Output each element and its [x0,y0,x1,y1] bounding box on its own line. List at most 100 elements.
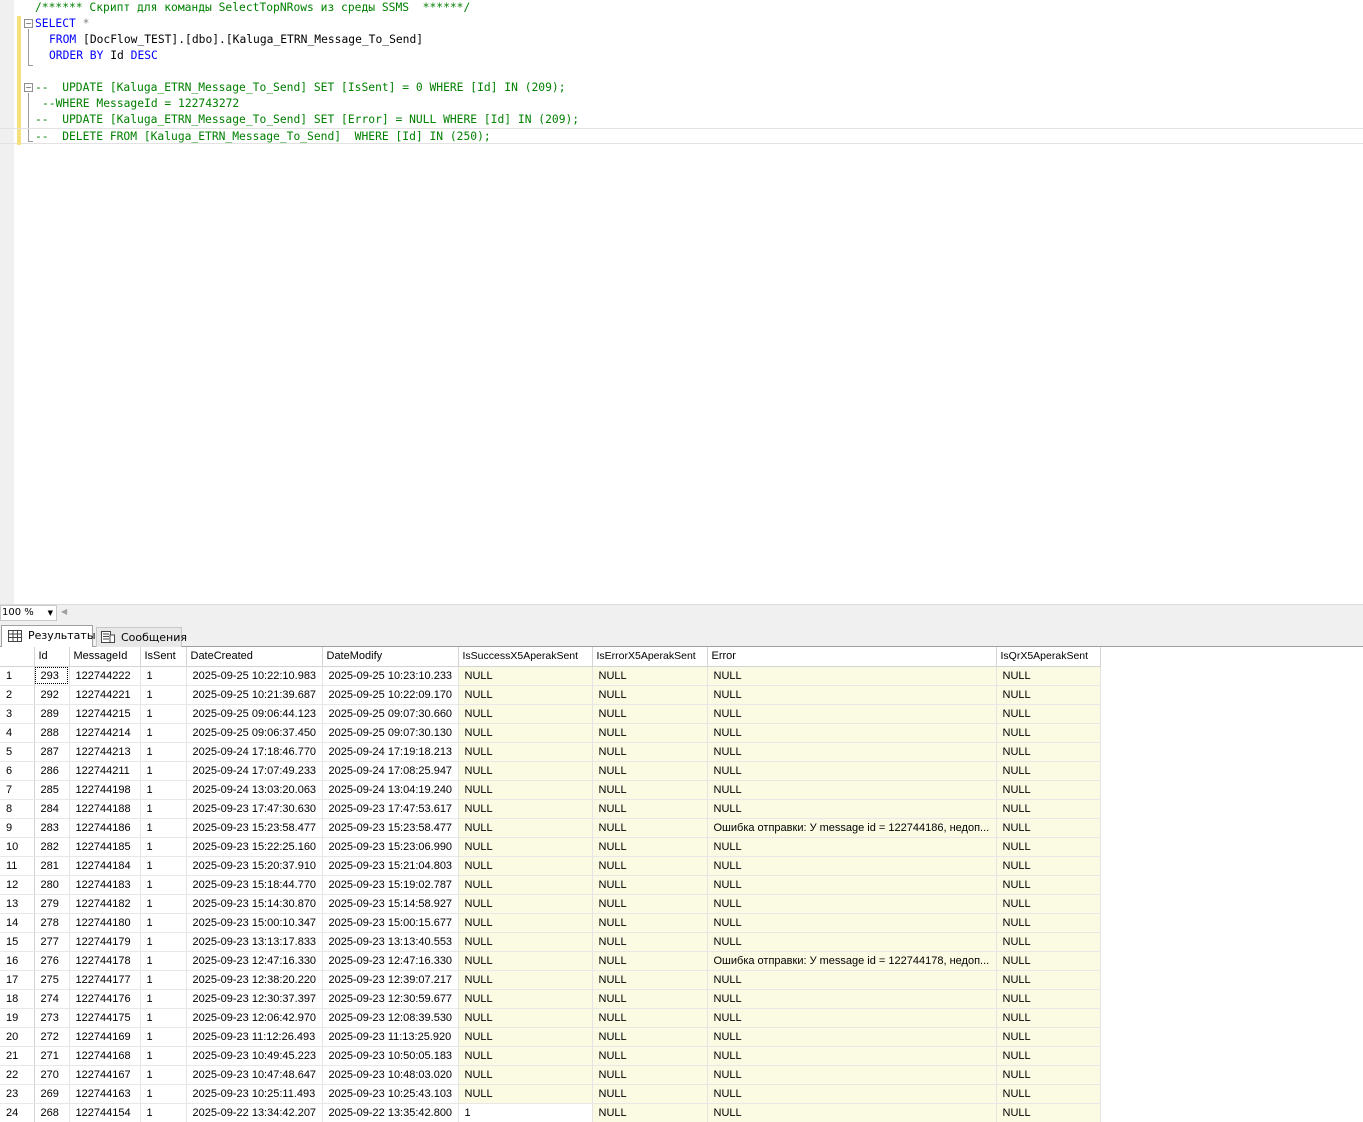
cell-isqrx5aperaksent[interactable]: NULL [996,856,1101,876]
cell-datecreated[interactable]: 2025-09-23 15:18:44.770 [186,875,323,895]
cell-iserrorx5aperaksent[interactable]: NULL [592,989,708,1009]
cell-datecreated[interactable]: 2025-09-23 15:22:25.160 [186,837,323,857]
sql-editor[interactable]: /****** Скрипт для команды SelectTopNRow… [0,0,1363,604]
table-row[interactable]: 5 287 122744213 1 2025-09-24 17:18:46.770 202… [0,742,1101,762]
row-number[interactable]: 18 [0,989,35,1009]
cell-iserrorx5aperaksent[interactable]: NULL [592,970,708,990]
cell-issuccessx5aperaksent[interactable]: NULL [458,875,593,895]
cell-datemodify[interactable]: 2025-09-24 17:08:25.947 [322,761,459,781]
cell-issent[interactable]: 1 [140,704,187,724]
cell-isqrx5aperaksent[interactable]: NULL [996,1103,1101,1122]
cell-messageid[interactable]: 122744183 [69,875,141,895]
row-number[interactable]: 11 [0,856,35,876]
cell-isqrx5aperaksent[interactable]: NULL [996,1065,1101,1085]
cell-id[interactable]: 278 [34,913,70,933]
row-number[interactable]: 23 [0,1084,35,1104]
cell-messageid[interactable]: 122744178 [69,951,141,971]
cell-issuccessx5aperaksent[interactable]: NULL [458,913,593,933]
cell-datemodify[interactable]: 2025-09-23 15:00:15.677 [322,913,459,933]
cell-iserrorx5aperaksent[interactable]: NULL [592,761,708,781]
cell-datemodify[interactable]: 2025-09-23 11:13:25.920 [322,1027,459,1047]
cell-isqrx5aperaksent[interactable]: NULL [996,742,1101,762]
cell-issent[interactable]: 1 [140,932,187,952]
cell-iserrorx5aperaksent[interactable]: NULL [592,723,708,743]
code-line-4[interactable]: ORDER BY Id DESC [0,48,1363,64]
cell-datemodify[interactable]: 2025-09-25 10:22:09.170 [322,685,459,705]
cell-issuccessx5aperaksent[interactable]: NULL [458,704,593,724]
cell-messageid[interactable]: 122744213 [69,742,141,762]
table-row[interactable]: 19 273 122744175 1 2025-09-23 12:06:42.970 20… [0,1008,1101,1028]
code-line-2[interactable]: − SELECT * [0,16,1363,32]
cell-id[interactable]: 277 [34,932,70,952]
table-row[interactable]: 23 269 122744163 1 2025-09-23 10:25:11.493 20… [0,1084,1101,1104]
code-line-5[interactable] [0,64,1363,80]
cell-messageid[interactable]: 122744184 [69,856,141,876]
cell-iserrorx5aperaksent[interactable]: NULL [592,1008,708,1028]
cell-issent[interactable]: 1 [140,989,187,1009]
cell-id[interactable]: 273 [34,1008,70,1028]
chevron-down-icon[interactable]: ▼ [48,606,53,620]
column-header-isqrx5aperaksent[interactable]: IsQrX5AperakSent [996,647,1101,667]
cell-isqrx5aperaksent[interactable]: NULL [996,913,1101,933]
row-number[interactable]: 22 [0,1065,35,1085]
cell-datecreated[interactable]: 2025-09-24 17:07:49.233 [186,761,323,781]
cell-error[interactable]: NULL [707,837,997,857]
cell-issuccessx5aperaksent[interactable]: NULL [458,970,593,990]
cell-error[interactable]: NULL [707,742,997,762]
cell-issent[interactable]: 1 [140,894,187,914]
cell-iserrorx5aperaksent[interactable]: NULL [592,856,708,876]
cell-issuccessx5aperaksent[interactable]: NULL [458,799,593,819]
column-header-datemodify[interactable]: DateModify [322,647,459,667]
cell-datemodify[interactable]: 2025-09-22 13:35:42.800 [322,1103,459,1122]
cell-datemodify[interactable]: 2025-09-23 12:39:07.217 [322,970,459,990]
cell-issent[interactable]: 1 [140,875,187,895]
cell-issuccessx5aperaksent[interactable]: NULL [458,856,593,876]
table-row[interactable]: 12 280 122744183 1 2025-09-23 15:18:44.770 20… [0,875,1101,895]
cell-messageid[interactable]: 122744154 [69,1103,141,1122]
cell-iserrorx5aperaksent[interactable]: NULL [592,932,708,952]
cell-issuccessx5aperaksent[interactable]: NULL [458,761,593,781]
cell-id[interactable]: 270 [34,1065,70,1085]
code-line-7[interactable]: --WHERE MessageId = 122743272 [0,96,1363,112]
cell-error[interactable]: NULL [707,970,997,990]
cell-isqrx5aperaksent[interactable]: NULL [996,818,1101,838]
row-number[interactable]: 19 [0,1008,35,1028]
row-number[interactable]: 2 [0,685,35,705]
table-row[interactable]: 13 279 122744182 1 2025-09-23 15:14:30.870 20… [0,894,1101,914]
cell-messageid[interactable]: 122744182 [69,894,141,914]
cell-error[interactable]: NULL [707,723,997,743]
cell-datecreated[interactable]: 2025-09-23 15:00:10.347 [186,913,323,933]
cell-iserrorx5aperaksent[interactable]: NULL [592,1103,708,1122]
cell-error[interactable]: Ошибка отправки: У message id = 12274418… [707,818,997,838]
cell-messageid[interactable]: 122744215 [69,704,141,724]
column-header-error[interactable]: Error [707,647,997,667]
cell-isqrx5aperaksent[interactable]: NULL [996,875,1101,895]
cell-id[interactable]: 272 [34,1027,70,1047]
cell-issuccessx5aperaksent[interactable]: NULL [458,1027,593,1047]
cell-isqrx5aperaksent[interactable]: NULL [996,1008,1101,1028]
table-row[interactable]: 20 272 122744169 1 2025-09-23 11:12:26.493 20… [0,1027,1101,1047]
cell-error[interactable]: NULL [707,780,997,800]
row-number[interactable]: 21 [0,1046,35,1066]
cell-messageid[interactable]: 122744180 [69,913,141,933]
table-row[interactable]: 24 268 122744154 1 2025-09-22 13:34:42.207 20… [0,1103,1101,1122]
cell-issent[interactable]: 1 [140,837,187,857]
cell-isqrx5aperaksent[interactable]: NULL [996,799,1101,819]
row-number[interactable]: 3 [0,704,35,724]
cell-id[interactable]: 292 [34,685,70,705]
cell-isqrx5aperaksent[interactable]: NULL [996,989,1101,1009]
cell-datemodify[interactable]: 2025-09-23 13:13:40.553 [322,932,459,952]
cell-datecreated[interactable]: 2025-09-25 10:22:10.983 [186,666,323,686]
code-line-3[interactable]: FROM [DocFlow_TEST].[dbo].[Kaluga_ETRN_M… [0,32,1363,48]
cell-id[interactable]: 283 [34,818,70,838]
row-number[interactable]: 4 [0,723,35,743]
code-line-1[interactable]: /****** Скрипт для команды SelectTopNRow… [0,0,1363,16]
cell-issent[interactable]: 1 [140,1008,187,1028]
cell-issent[interactable]: 1 [140,951,187,971]
cell-messageid[interactable]: 122744169 [69,1027,141,1047]
cell-error[interactable]: Ошибка отправки: У message id = 12274417… [707,951,997,971]
cell-error[interactable]: NULL [707,685,997,705]
cell-issuccessx5aperaksent[interactable]: NULL [458,951,593,971]
collapse-icon[interactable]: − [24,83,33,92]
cell-iserrorx5aperaksent[interactable]: NULL [592,742,708,762]
